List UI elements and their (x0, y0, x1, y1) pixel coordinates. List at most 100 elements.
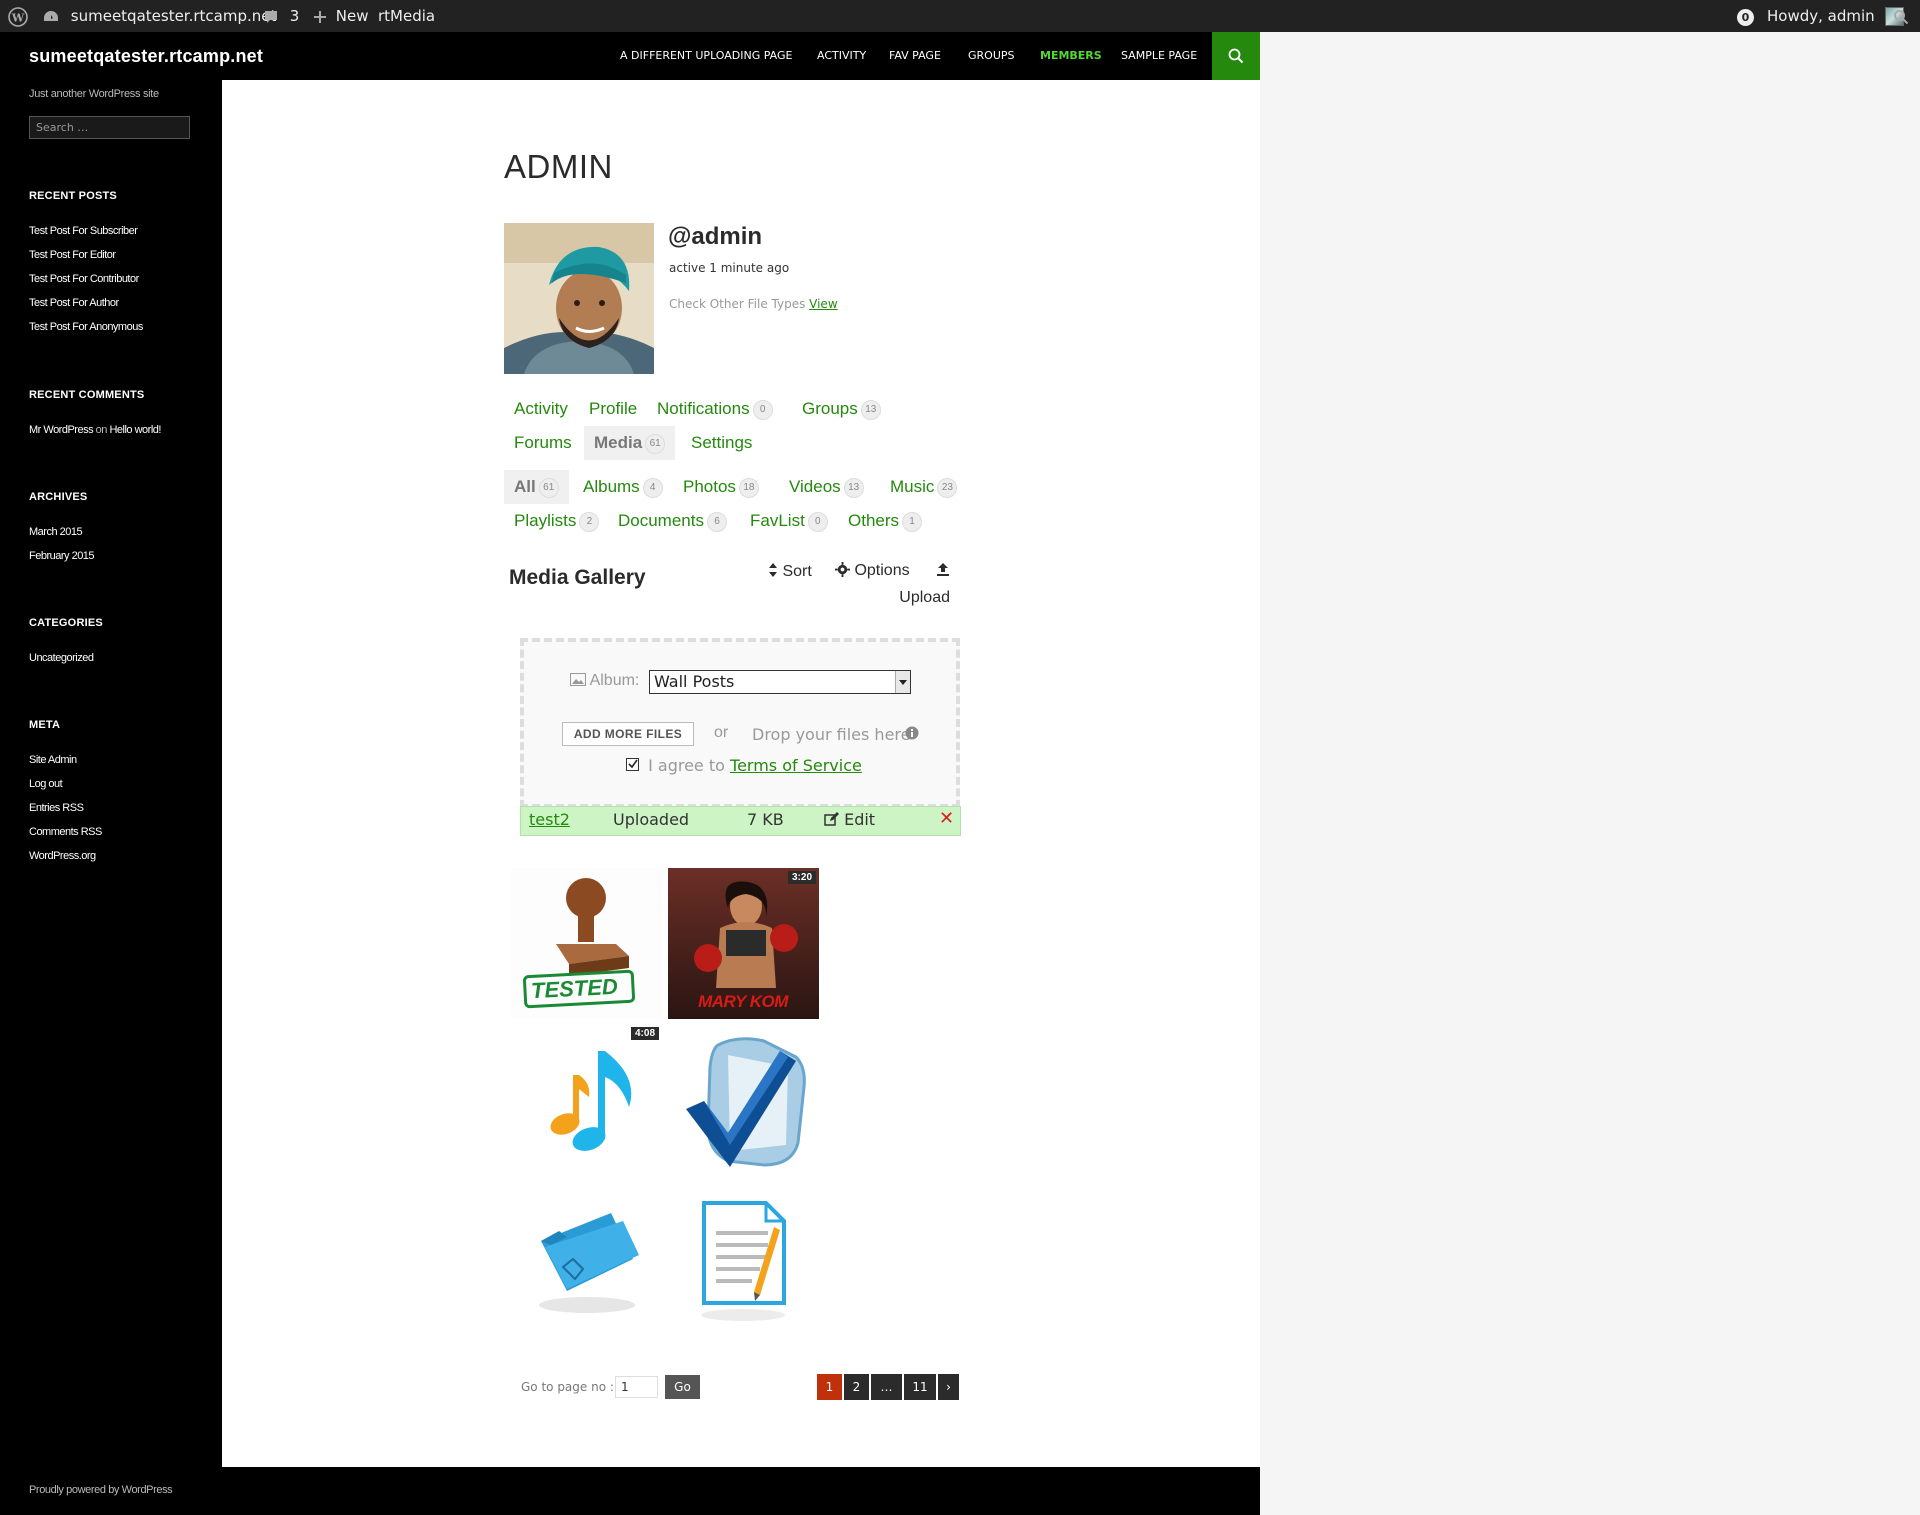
sidebar: Just another WordPress site Search … REC… (0, 80, 222, 1515)
document-icon (701, 1201, 786, 1321)
check-icon (628, 759, 638, 769)
info-icon[interactable] (905, 726, 919, 740)
meta-link-entries-rss[interactable]: Entries RSS (29, 802, 84, 814)
recent-post-link[interactable]: Test Post For Author (29, 297, 119, 309)
upload-icon (937, 563, 949, 576)
my-account-link[interactable]: Howdy, admin (1767, 0, 1905, 32)
subtab-all[interactable]: All 61 (504, 470, 569, 504)
subtab-videos-count: 13 (843, 477, 864, 498)
page-number-input[interactable]: 1 (615, 1376, 658, 1398)
page-link[interactable]: 11 (904, 1374, 936, 1400)
media-thumbnail[interactable]: MARY KOM 3:20 (668, 868, 819, 1019)
tab-groups-label: Groups (802, 399, 858, 418)
album-select-value: Wall Posts (654, 672, 735, 691)
media-thumbnail[interactable]: TESTED (511, 868, 662, 1019)
meta-link-comments-rss[interactable]: Comments RSS (29, 826, 102, 838)
recent-post-link[interactable]: Test Post For Editor (29, 249, 116, 261)
new-content-link[interactable]: New (313, 0, 369, 32)
remove-file-icon[interactable]: ✕ (939, 808, 954, 829)
nav-a-different-uploading-page[interactable]: A DIFFERENT UPLOADING PAGE (620, 32, 793, 80)
video-duration: 3:20 (787, 871, 816, 884)
subtab-playlists[interactable]: Playlists 2 (514, 504, 600, 538)
nav-sample-page[interactable]: SAMPLE PAGE (1121, 32, 1197, 80)
meta-link-log-out[interactable]: Log out (29, 778, 63, 790)
tab-groups[interactable]: Groups 13 (802, 392, 881, 426)
tab-groups-count: 13 (860, 399, 881, 420)
recent-post-link[interactable]: Test Post For Contributor (29, 273, 139, 285)
page-link[interactable]: 2 (844, 1374, 869, 1400)
meta-link-site-admin[interactable]: Site Admin (29, 754, 77, 766)
subtab-music[interactable]: Music 23 (890, 470, 958, 504)
tab-media[interactable]: Media 61 (584, 426, 676, 460)
media-thumbnail[interactable]: 4:08 (511, 1027, 662, 1178)
recent-post-link[interactable]: Test Post For Anonymous (29, 321, 143, 333)
page-ellipsis: … (871, 1374, 902, 1400)
recent-post-link[interactable]: Test Post For Subscriber (29, 225, 138, 237)
file-size: 7 KB (747, 810, 784, 829)
archive-link[interactable]: March 2015 (29, 526, 83, 538)
media-thumbnail[interactable] (668, 1185, 819, 1336)
other-file-types: Check Other File Types View (669, 297, 838, 311)
site-name-link[interactable]: sumeetqatester.rtcamp.net (42, 0, 276, 32)
drop-files-label: Drop your files here (752, 725, 911, 744)
nav-members[interactable]: MEMBERS (1040, 32, 1102, 80)
sidebar-search-input[interactable]: Search … (29, 116, 190, 139)
site-tagline: Just another WordPress site (29, 88, 159, 100)
uploaded-file-name[interactable]: test2 (529, 810, 570, 829)
nav-fav-page[interactable]: FAV PAGE (889, 32, 941, 80)
subtab-playlists-label: Playlists (514, 511, 577, 530)
subtab-others-count: 1 (902, 511, 923, 532)
subtab-playlists-count: 2 (579, 511, 600, 532)
terms-checkbox[interactable] (626, 758, 639, 771)
tab-activity[interactable]: Activity (514, 392, 568, 426)
site-footer (0, 1467, 1260, 1515)
wordpress-logo-icon[interactable]: W (8, 0, 28, 32)
category-link[interactable]: Uncategorized (29, 652, 94, 664)
comment-post-link[interactable]: Hello world! (109, 424, 161, 436)
tab-notifications[interactable]: Notifications 0 (657, 392, 773, 426)
comment-author-link[interactable]: Mr WordPress (29, 424, 94, 436)
archive-link[interactable]: February 2015 (29, 550, 95, 562)
subtab-videos-label: Videos (789, 477, 841, 496)
tab-settings[interactable]: Settings (691, 426, 752, 460)
subtab-albums[interactable]: Albums 4 (583, 470, 663, 504)
admin-bar: W sumeetqatester.rtcamp.net 3 New rtMedi… (0, 0, 1920, 32)
tab-profile[interactable]: Profile (589, 392, 637, 426)
edit-label: Edit (844, 810, 876, 829)
rtmedia-link[interactable]: rtMedia (378, 0, 435, 32)
nav-activity[interactable]: ACTIVITY (817, 32, 866, 80)
upload-dropzone[interactable]: Album: Wall Posts ADD MORE FILES or Drop… (520, 638, 960, 808)
go-button[interactable]: Go (665, 1375, 700, 1399)
checkmark-icon (686, 1037, 806, 1167)
comments-count: 3 (289, 7, 300, 25)
page-link-current[interactable]: 1 (817, 1374, 842, 1400)
edit-file-button[interactable]: Edit (824, 810, 875, 829)
powered-by-link[interactable]: Proudly powered by WordPress (29, 1484, 173, 1496)
edit-icon (824, 812, 839, 826)
adminbar-search-icon[interactable] (1893, 0, 1909, 32)
sort-button[interactable]: Sort (768, 562, 812, 581)
meta-link-wordpress-org[interactable]: WordPress.org (29, 850, 96, 862)
add-more-files-button[interactable]: ADD MORE FILES (562, 722, 694, 746)
site-title[interactable]: sumeetqatester.rtcamp.net (29, 32, 263, 80)
search-toggle-button[interactable] (1212, 32, 1260, 80)
upload-button[interactable]: Upload (894, 562, 950, 607)
subtab-photos[interactable]: Photos 18 (683, 470, 759, 504)
subtab-favlist[interactable]: FavList 0 (750, 504, 828, 538)
notification-count[interactable]: 0 (1737, 0, 1754, 32)
tab-forums[interactable]: Forums (514, 426, 572, 460)
comments-link[interactable]: 3 (263, 0, 299, 32)
subtab-documents[interactable]: Documents 6 (618, 504, 727, 538)
profile-avatar[interactable] (504, 223, 654, 374)
terms-link[interactable]: Terms of Service (730, 756, 862, 775)
media-thumbnail[interactable] (511, 1185, 662, 1336)
media-thumbnail[interactable] (668, 1027, 819, 1178)
subtab-others[interactable]: Others 1 (848, 504, 923, 538)
album-select[interactable]: Wall Posts (649, 670, 911, 694)
chevron-down-icon (895, 671, 910, 693)
next-page-button[interactable]: › (938, 1374, 959, 1400)
view-link[interactable]: View (809, 297, 837, 311)
subtab-videos[interactable]: Videos 13 (789, 470, 864, 504)
subtab-music-count: 23 (937, 477, 958, 498)
nav-groups[interactable]: GROUPS (968, 32, 1015, 80)
